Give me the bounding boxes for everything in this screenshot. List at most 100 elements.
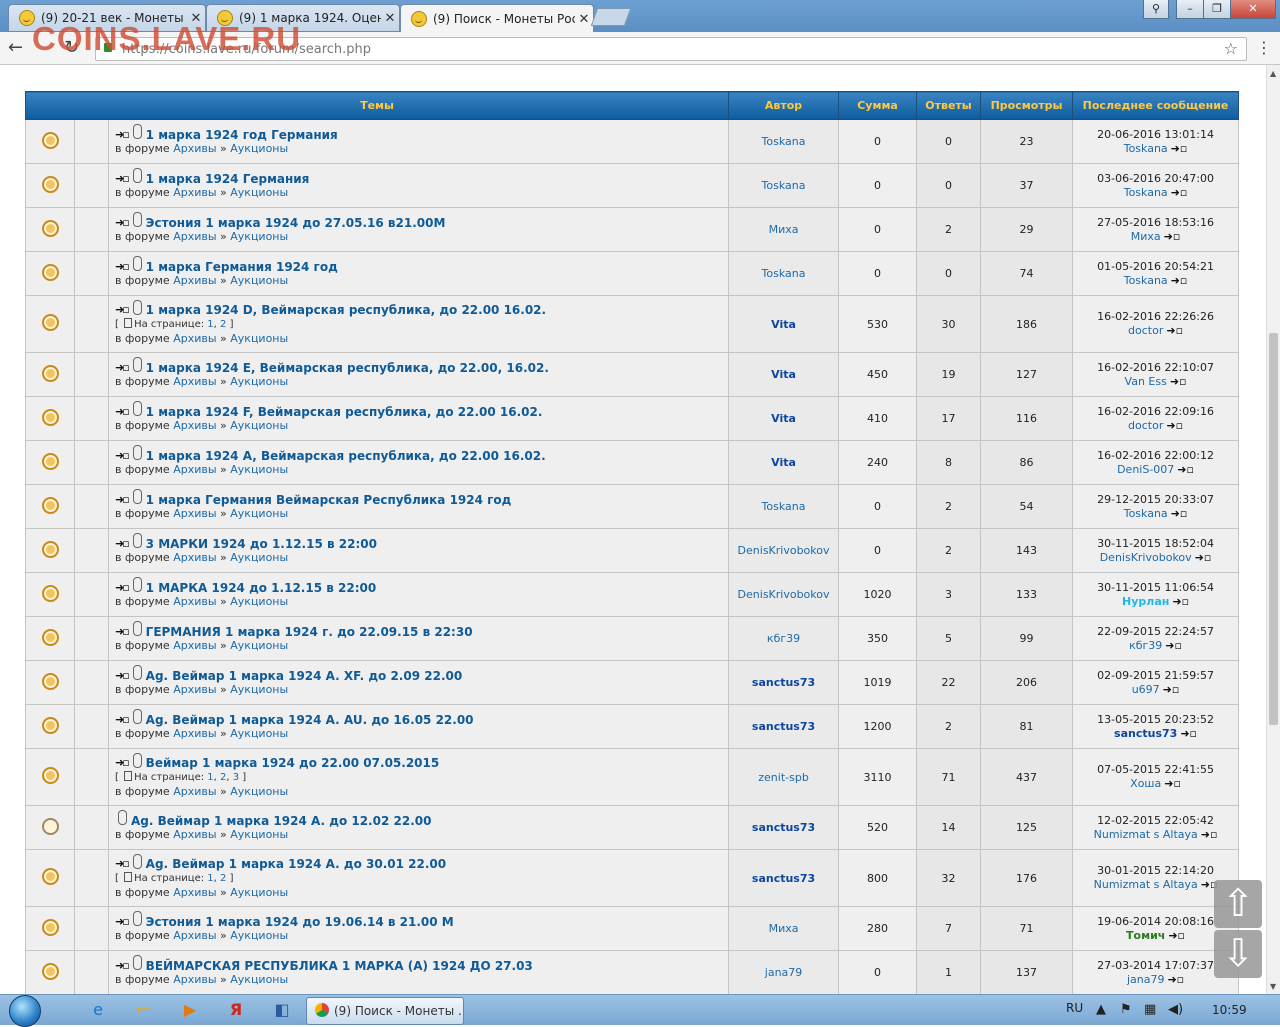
back-arrow-icon[interactable]: ← xyxy=(8,37,23,58)
newpost-arrow-icon[interactable]: ➜▫ xyxy=(115,449,130,463)
forum-link-archive[interactable]: Архивы xyxy=(173,230,216,243)
newpost-arrow-icon[interactable]: ➜▫ xyxy=(115,361,130,375)
newpost-arrow-icon[interactable]: ➜▫ xyxy=(115,128,130,142)
last-post-user-link[interactable]: Хоша xyxy=(1130,777,1161,790)
author-link[interactable]: sanctus73 xyxy=(728,704,840,749)
column-header-author[interactable]: Автор xyxy=(728,91,840,120)
topic-title-link[interactable]: 1 марка 1924 E, Веймарская республика, д… xyxy=(146,361,549,375)
forum-link-auctions[interactable]: Аукционы xyxy=(230,463,288,476)
last-post-user-link[interactable]: Toskana xyxy=(1124,142,1168,155)
goto-last-post-icon[interactable]: ➜▫ xyxy=(1168,929,1185,943)
taskbar-item-chrome[interactable]: (9) Поиск - Монеты ... xyxy=(306,997,464,1025)
explorer-folder-icon[interactable]: ▭ xyxy=(132,998,156,1022)
last-post-user-link[interactable]: sanctus73 xyxy=(1114,727,1177,740)
maximize-button[interactable]: ❐ xyxy=(1203,0,1231,19)
forum-link-archive[interactable]: Архивы xyxy=(173,332,216,345)
page-link[interactable]: 2 xyxy=(220,873,226,884)
goto-last-post-icon[interactable]: ➜▫ xyxy=(1166,419,1183,433)
vertical-scrollbar[interactable]: ▲ ▼ xyxy=(1266,65,1280,995)
topic-title-link[interactable]: Ag. Веймар 1 марка 1924 A. AU. до 16.05 … xyxy=(146,713,474,727)
forum-link-auctions[interactable]: Аукционы xyxy=(230,419,288,432)
goto-last-post-icon[interactable]: ➜▫ xyxy=(1172,595,1189,609)
forum-link-archive[interactable]: Архивы xyxy=(173,551,216,564)
topic-title-link[interactable]: 1 марка 1924 D, Веймарская республика, д… xyxy=(146,303,546,317)
author-link[interactable]: Vita xyxy=(728,295,840,353)
newpost-arrow-icon[interactable]: ➜▫ xyxy=(115,581,130,595)
topic-title-link[interactable]: 1 марка 1924 Германия xyxy=(146,172,310,186)
topic-title-link[interactable]: 1 марка Германия Веймарская Республика 1… xyxy=(146,493,512,507)
scroll-up-arrow-icon[interactable]: ▲ xyxy=(1270,69,1276,78)
forum-link-auctions[interactable]: Аукционы xyxy=(230,186,288,199)
forum-link-auctions[interactable]: Аукционы xyxy=(230,375,288,388)
column-header-topics[interactable]: Темы xyxy=(24,91,730,120)
goto-last-post-icon[interactable]: ➜▫ xyxy=(1201,828,1218,842)
topic-title-link[interactable]: 1 марка Германия 1924 год xyxy=(146,260,338,274)
newpost-arrow-icon[interactable]: ➜▫ xyxy=(115,172,130,186)
page-link[interactable]: 1 xyxy=(207,873,213,884)
goto-last-post-icon[interactable]: ➜▫ xyxy=(1171,186,1188,200)
forum-link-archive[interactable]: Архивы xyxy=(173,419,216,432)
goto-last-post-icon[interactable]: ➜▫ xyxy=(1165,639,1182,653)
last-post-user-link[interactable]: Van Ess xyxy=(1125,375,1167,388)
author-link[interactable]: Vita xyxy=(728,396,840,441)
last-post-user-link[interactable]: Томич xyxy=(1126,929,1165,942)
author-link[interactable]: Vita xyxy=(728,440,840,485)
newpost-arrow-icon[interactable]: ➜▫ xyxy=(115,915,130,929)
last-post-user-link[interactable]: Toskana xyxy=(1124,507,1168,520)
newpost-arrow-icon[interactable]: ➜▫ xyxy=(115,669,130,683)
newpost-arrow-icon[interactable]: ➜▫ xyxy=(115,857,130,871)
forum-link-archive[interactable]: Архивы xyxy=(173,683,216,696)
author-link[interactable]: sanctus73 xyxy=(728,660,840,705)
column-header-replies[interactable]: Ответы xyxy=(916,91,982,120)
forum-link-archive[interactable]: Архивы xyxy=(173,639,216,652)
goto-last-post-icon[interactable]: ➜▫ xyxy=(1167,973,1184,987)
newpost-arrow-icon[interactable]: ➜▫ xyxy=(115,260,130,274)
author-link[interactable]: jana79 xyxy=(728,950,840,995)
start-button[interactable] xyxy=(6,995,42,1027)
author-link[interactable]: Toskana xyxy=(728,119,840,164)
forum-link-archive[interactable]: Архивы xyxy=(173,727,216,740)
page-link[interactable]: 1 xyxy=(207,319,213,330)
goto-last-post-icon[interactable]: ➜▫ xyxy=(1170,375,1187,389)
column-header-last-post[interactable]: Последнее сообщение xyxy=(1072,91,1240,120)
goto-last-post-icon[interactable]: ➜▫ xyxy=(1171,507,1188,521)
last-post-user-link[interactable]: кбг39 xyxy=(1129,639,1162,652)
forum-link-auctions[interactable]: Аукционы xyxy=(230,507,288,520)
forum-link-archive[interactable]: Архивы xyxy=(173,463,216,476)
newpost-arrow-icon[interactable]: ➜▫ xyxy=(115,216,130,230)
volume-icon[interactable]: ◀) xyxy=(1168,1002,1183,1017)
author-link[interactable]: Toskana xyxy=(728,251,840,296)
tab-close-icon[interactable]: ✕ xyxy=(381,11,399,26)
forum-link-archive[interactable]: Архивы xyxy=(173,186,216,199)
new-tab-button[interactable] xyxy=(590,8,632,26)
author-link[interactable]: кбг39 xyxy=(728,616,840,661)
forum-link-auctions[interactable]: Аукционы xyxy=(230,929,288,942)
language-indicator[interactable]: RU xyxy=(1066,1001,1083,1015)
forum-link-archive[interactable]: Архивы xyxy=(173,274,216,287)
last-post-user-link[interactable]: u697 xyxy=(1132,683,1160,696)
newpost-arrow-icon[interactable]: ➜▫ xyxy=(115,756,130,770)
newpost-arrow-icon[interactable]: ➜▫ xyxy=(115,537,130,551)
forum-link-auctions[interactable]: Аукционы xyxy=(230,785,288,798)
column-header-views[interactable]: Просмотры xyxy=(980,91,1074,120)
flag-icon[interactable]: ⚑ xyxy=(1120,1002,1132,1017)
newpost-arrow-icon[interactable]: ➜▫ xyxy=(115,493,130,507)
author-link[interactable]: sanctus73 xyxy=(728,849,840,907)
goto-last-post-icon[interactable]: ➜▫ xyxy=(1171,142,1188,156)
goto-last-post-icon[interactable]: ➜▫ xyxy=(1163,683,1180,697)
author-link[interactable]: Миха xyxy=(728,207,840,252)
scroll-down-arrow-icon[interactable]: ▼ xyxy=(1270,982,1276,991)
minimize-button[interactable]: – xyxy=(1176,0,1204,19)
network-icon[interactable]: ▦ xyxy=(1144,1002,1156,1017)
goto-last-post-icon[interactable]: ➜▫ xyxy=(1180,727,1197,741)
media-player-icon[interactable]: ▶ xyxy=(178,998,202,1022)
scroll-bottom-button[interactable]: ⇩ xyxy=(1214,930,1262,978)
forum-link-auctions[interactable]: Аукционы xyxy=(230,727,288,740)
author-link[interactable]: Миха xyxy=(728,906,840,951)
goto-last-post-icon[interactable]: ➜▫ xyxy=(1164,777,1181,791)
scrollbar-thumb[interactable] xyxy=(1269,333,1278,725)
goto-last-post-icon[interactable]: ➜▫ xyxy=(1166,324,1183,338)
author-link[interactable]: sanctus73 xyxy=(728,805,840,850)
forum-link-auctions[interactable]: Аукционы xyxy=(230,886,288,899)
forum-link-auctions[interactable]: Аукционы xyxy=(230,595,288,608)
